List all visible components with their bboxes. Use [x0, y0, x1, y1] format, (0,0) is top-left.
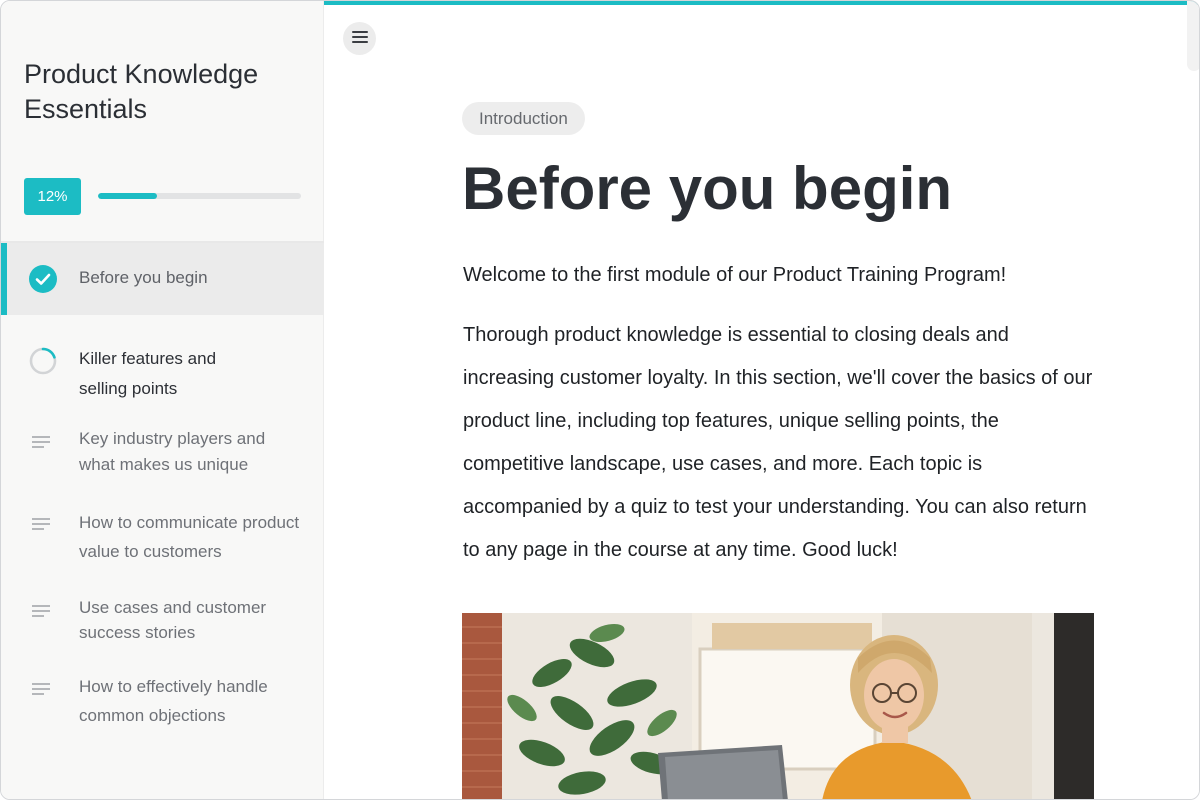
lesson-label: Key industry players and what makes us u… — [79, 429, 266, 474]
menu-button[interactable] — [343, 22, 376, 55]
course-sidebar: Product Knowledge Essentials 12% Before … — [1, 1, 324, 799]
scrollbar[interactable] — [1187, 1, 1199, 71]
text-lines-icon — [29, 516, 51, 537]
hamburger-menu-icon — [351, 31, 368, 46]
office-photo-illustration — [462, 613, 1094, 799]
progress-bar-fill — [98, 193, 157, 199]
lesson-item-communicate-value[interactable]: How to communicate product value to cust… — [1, 507, 324, 571]
lesson-item-objections[interactable]: How to effectively handle common objecti… — [1, 672, 324, 734]
lesson-label: Before you begin — [79, 268, 208, 287]
intro-paragraph: Welcome to the first module of our Produ… — [463, 264, 1007, 286]
lesson-label: Use cases and customer success stories — [79, 598, 267, 642]
top-accent-bar — [324, 1, 1199, 5]
lesson-item-industry-players[interactable]: Key industry players and what makes us u… — [1, 425, 324, 485]
lesson-label: Killer features and selling points — [79, 349, 217, 398]
progress-ring-icon — [29, 347, 57, 380]
lesson-item-killer-features[interactable]: Killer features and selling points — [1, 331, 324, 405]
lesson-title: Before you begin — [462, 155, 953, 222]
section-label: Introduction — [462, 102, 585, 135]
course-title: Product Knowledge Essentials — [24, 59, 259, 124]
lesson-label: How to communicate product value to cust… — [79, 513, 300, 561]
text-lines-icon — [29, 603, 51, 624]
app-window: Product Knowledge Essentials 12% Before … — [0, 0, 1200, 800]
lesson-hero-image — [462, 613, 1094, 799]
progress-bar — [98, 193, 301, 199]
lesson-content: Introduction Before you begin Welcome to… — [324, 1, 1199, 799]
text-lines-icon — [29, 681, 51, 702]
body-paragraph: Thorough product knowledge is essential … — [463, 324, 1093, 561]
check-circle-icon — [29, 265, 57, 298]
text-lines-icon — [29, 434, 51, 455]
progress-badge: 12% — [24, 178, 81, 215]
lesson-item-before-you-begin[interactable]: Before you begin — [1, 243, 324, 315]
lesson-item-use-cases[interactable]: Use cases and customer success stories — [1, 594, 324, 654]
lesson-label: How to effectively handle common objecti… — [79, 677, 268, 725]
